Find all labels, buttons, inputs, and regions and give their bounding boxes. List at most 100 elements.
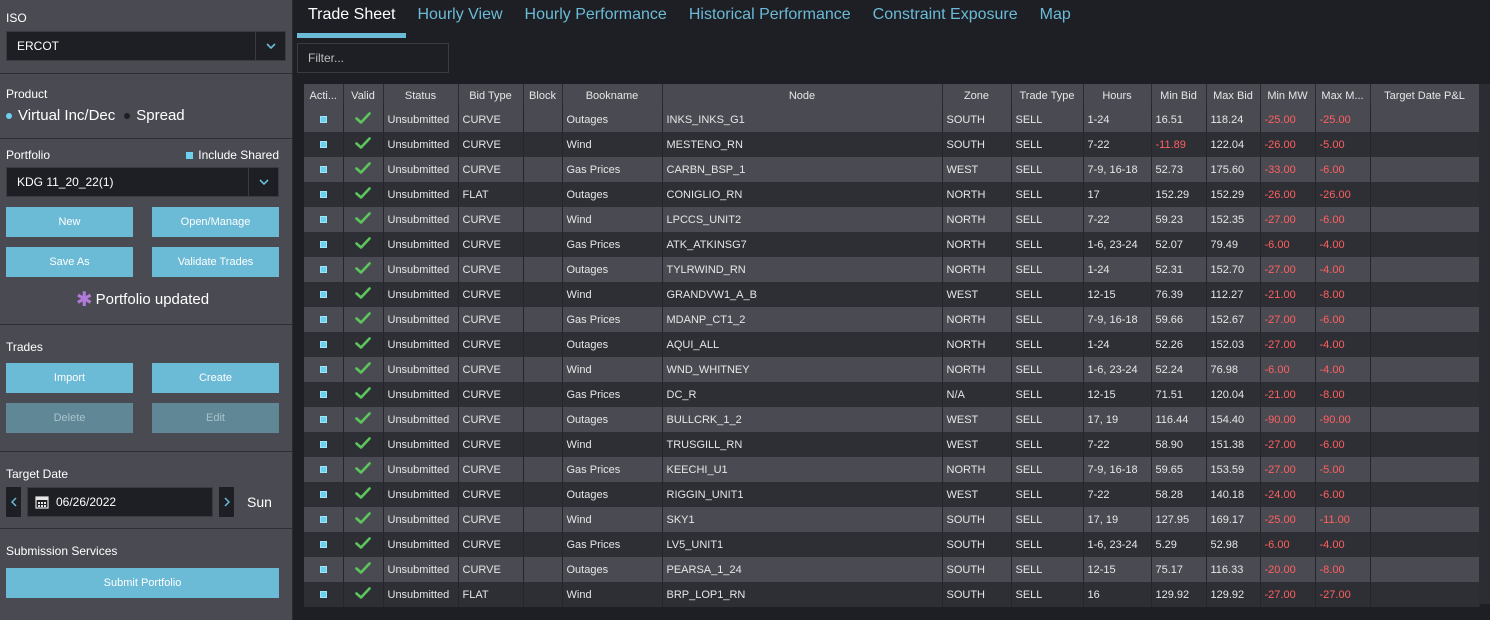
- action-cell[interactable]: [304, 132, 344, 157]
- action-cell[interactable]: [304, 182, 344, 207]
- save-as-button[interactable]: Save As: [6, 247, 133, 277]
- import-button[interactable]: Import: [6, 363, 133, 393]
- column-header-min-bid[interactable]: Min Bid: [1151, 84, 1207, 107]
- action-cell[interactable]: [304, 407, 344, 432]
- column-header-actions[interactable]: Acti...: [304, 84, 344, 107]
- column-header-valid[interactable]: Valid: [343, 84, 384, 107]
- action-cell[interactable]: [304, 582, 344, 607]
- select-row-icon[interactable]: [319, 365, 327, 373]
- action-cell[interactable]: [304, 282, 344, 307]
- table-row[interactable]: Unsubmitted CURVE Wind LPCCS_UNIT2 NORTH SELL…: [304, 207, 1480, 232]
- column-header-max-mw[interactable]: Max M...: [1315, 84, 1371, 107]
- select-row-icon[interactable]: [319, 140, 327, 148]
- table-row[interactable]: Unsubmitted CURVE Outages PEARSA_1_24 SOUTH S…: [304, 557, 1480, 582]
- tab-map[interactable]: Map: [1029, 0, 1082, 38]
- column-header-target-date-pl[interactable]: Target Date P&L: [1370, 84, 1480, 107]
- column-header-max-bid[interactable]: Max Bid: [1206, 84, 1261, 107]
- action-cell[interactable]: [304, 232, 344, 257]
- table-row[interactable]: Unsubmitted CURVE Gas Prices ATK_ATKINSG7 NO…: [304, 232, 1480, 257]
- next-date-button[interactable]: [219, 487, 234, 517]
- chevron-down-icon[interactable]: [255, 32, 285, 60]
- tab-hourly-view[interactable]: Hourly View: [406, 0, 513, 38]
- radio-spread[interactable]: Spread: [124, 107, 185, 124]
- tab-constraint-exposure[interactable]: Constraint Exposure: [862, 0, 1029, 38]
- table-row[interactable]: Unsubmitted CURVE Outages AQUI_ALL NORTH SELL…: [304, 332, 1480, 357]
- select-row-icon[interactable]: [319, 590, 327, 598]
- chevron-down-icon[interactable]: [248, 168, 278, 196]
- select-row-icon[interactable]: [319, 490, 327, 498]
- tab-hourly-performance[interactable]: Hourly Performance: [514, 0, 678, 38]
- select-row-icon[interactable]: [319, 165, 327, 173]
- table-row[interactable]: Unsubmitted CURVE Gas Prices MDANP_CT1_2 NOR…: [304, 307, 1480, 332]
- action-cell[interactable]: [304, 382, 344, 407]
- action-cell[interactable]: [304, 307, 344, 332]
- date-input[interactable]: 06/26/2022: [27, 487, 213, 517]
- table-row[interactable]: Unsubmitted CURVE Wind TRUSGILL_RN WEST SELL 7…: [304, 432, 1480, 457]
- select-row-icon[interactable]: [319, 540, 327, 548]
- portfolio-select[interactable]: KDG 11_20_22(1): [6, 167, 279, 197]
- action-cell[interactable]: [304, 207, 344, 232]
- action-cell[interactable]: [304, 482, 344, 507]
- table-row[interactable]: Unsubmitted CURVE Outages INKS_INKS_G1 SOUTH…: [304, 107, 1480, 132]
- table-row[interactable]: Unsubmitted FLAT Outages CONIGLIO_RN NORTH SE…: [304, 182, 1480, 207]
- action-cell[interactable]: [304, 157, 344, 182]
- table-row[interactable]: Unsubmitted FLAT Wind BRP_LOP1_RN SOUTH SELL 1…: [304, 582, 1480, 607]
- tab-trade-sheet[interactable]: Trade Sheet: [297, 0, 407, 38]
- column-header-min-mw[interactable]: Min MW: [1260, 84, 1316, 107]
- select-row-icon[interactable]: [319, 240, 327, 248]
- action-cell[interactable]: [304, 507, 344, 532]
- open-manage-button[interactable]: Open/Manage: [152, 207, 279, 237]
- new-button[interactable]: New: [6, 207, 133, 237]
- edit-button[interactable]: Edit: [152, 403, 279, 433]
- select-row-icon[interactable]: [319, 415, 327, 423]
- table-row[interactable]: Unsubmitted CURVE Gas Prices KEECHI_U1 NORTH…: [304, 457, 1480, 482]
- select-row-icon[interactable]: [319, 265, 327, 273]
- select-row-icon[interactable]: [319, 515, 327, 523]
- column-header-zone[interactable]: Zone: [942, 84, 1012, 107]
- table-row[interactable]: Unsubmitted CURVE Gas Prices DC_R N/A SELL 12-…: [304, 382, 1480, 407]
- table-row[interactable]: Unsubmitted CURVE Wind MESTENO_RN SOUTH SELL 7…: [304, 132, 1480, 157]
- select-row-icon[interactable]: [319, 565, 327, 573]
- action-cell[interactable]: [304, 107, 344, 132]
- iso-select[interactable]: ERCOT: [6, 31, 286, 61]
- action-cell[interactable]: [304, 257, 344, 282]
- action-cell[interactable]: [304, 557, 344, 582]
- table-row[interactable]: Unsubmitted CURVE Gas Prices CARBN_BSP_1 WES…: [304, 157, 1480, 182]
- select-row-icon[interactable]: [319, 215, 327, 223]
- table-row[interactable]: Unsubmitted CURVE Wind GRANDVW1_A_B WEST SELL…: [304, 282, 1480, 307]
- tab-historical-performance[interactable]: Historical Performance: [678, 0, 862, 38]
- select-row-icon[interactable]: [319, 465, 327, 473]
- select-row-icon[interactable]: [319, 440, 327, 448]
- column-header-trade-type[interactable]: Trade Type: [1011, 84, 1084, 107]
- column-header-node[interactable]: Node: [662, 84, 943, 107]
- delete-button[interactable]: Delete: [6, 403, 133, 433]
- table-row[interactable]: Unsubmitted CURVE Outages TYLRWIND_RN NORTH S…: [304, 257, 1480, 282]
- table-row[interactable]: Unsubmitted CURVE Wind SKY1 SOUTH SELL 17, 19 1…: [304, 507, 1480, 532]
- column-header-hours[interactable]: Hours: [1083, 84, 1152, 107]
- select-row-icon[interactable]: [319, 315, 327, 323]
- column-header-block[interactable]: Block: [523, 84, 563, 107]
- submit-portfolio-button[interactable]: Submit Portfolio: [6, 568, 279, 598]
- radio-virtual-inc-dec[interactable]: Virtual Inc/Dec: [6, 107, 115, 124]
- validate-trades-button[interactable]: Validate Trades: [152, 247, 279, 277]
- column-header-bookname[interactable]: Bookname: [562, 84, 663, 107]
- column-header-status[interactable]: Status: [383, 84, 459, 107]
- include-shared-checkbox[interactable]: Include Shared: [186, 148, 279, 162]
- filter-input[interactable]: [297, 43, 449, 73]
- table-row[interactable]: Unsubmitted CURVE Outages RIGGIN_UNIT1 WEST S…: [304, 482, 1480, 507]
- select-row-icon[interactable]: [319, 190, 327, 198]
- action-cell[interactable]: [304, 357, 344, 382]
- select-row-icon[interactable]: [319, 290, 327, 298]
- table-row[interactable]: Unsubmitted CURVE Gas Prices LV5_UNIT1 SOUTH…: [304, 532, 1480, 557]
- prev-date-button[interactable]: [6, 487, 21, 517]
- create-button[interactable]: Create: [152, 363, 279, 393]
- table-row[interactable]: Unsubmitted CURVE Outages BULLCRK_1_2 WEST SE…: [304, 407, 1480, 432]
- column-header-bid-type[interactable]: Bid Type: [458, 84, 524, 107]
- select-row-icon[interactable]: [319, 340, 327, 348]
- action-cell[interactable]: [304, 457, 344, 482]
- action-cell[interactable]: [304, 332, 344, 357]
- action-cell[interactable]: [304, 532, 344, 557]
- select-row-icon[interactable]: [319, 115, 327, 123]
- action-cell[interactable]: [304, 432, 344, 457]
- table-row[interactable]: Unsubmitted CURVE Wind WND_WHITNEY NORTH SELL…: [304, 357, 1480, 382]
